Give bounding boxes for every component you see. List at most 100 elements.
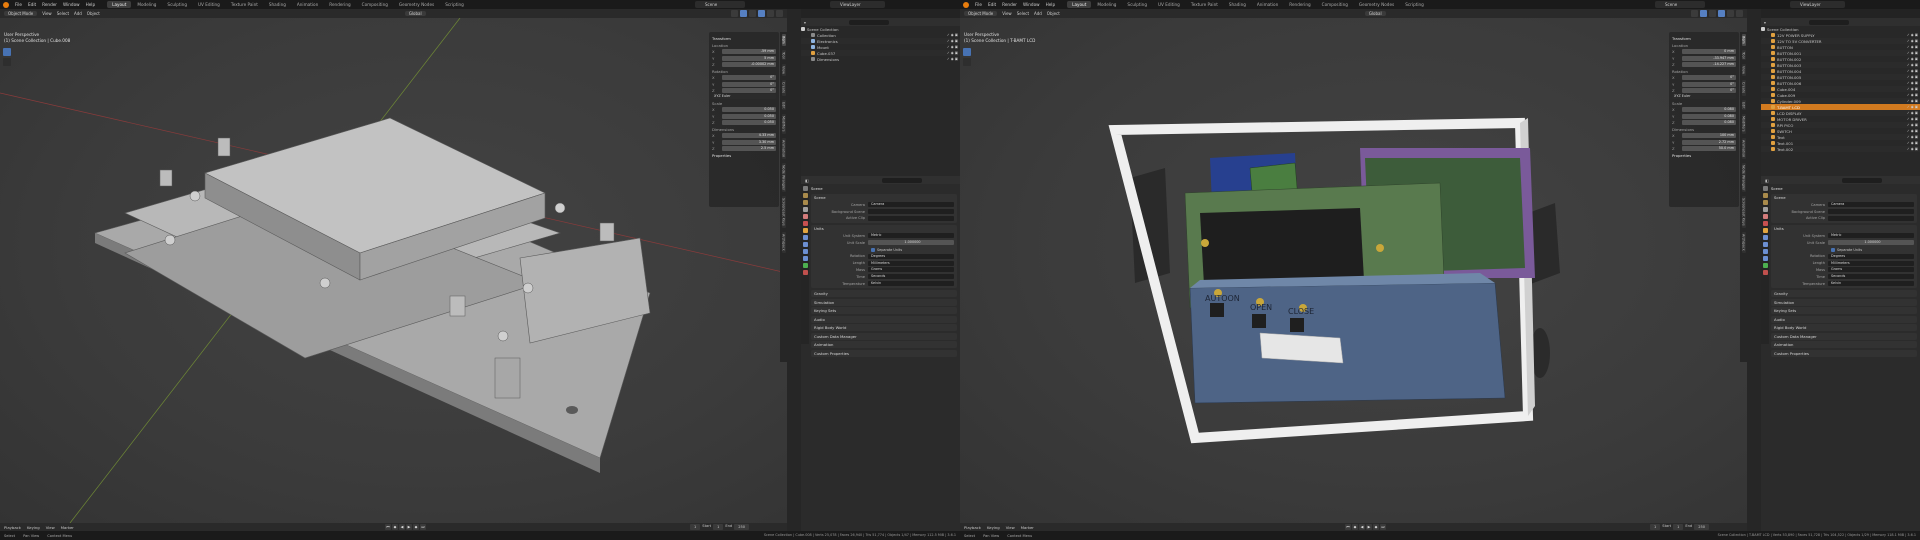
unit-system-select[interactable]: Metric [868, 233, 954, 239]
particles-tab-icon[interactable] [1762, 242, 1768, 247]
solid-shading-icon[interactable] [1718, 10, 1725, 17]
next-key-icon[interactable]: ◆ [1373, 524, 1379, 530]
properties-editor-icon[interactable]: ◧ [805, 178, 809, 183]
dimension-z-field[interactable]: 2.5 mm [722, 145, 776, 151]
tab-modifiers[interactable]: Modifiers [1741, 114, 1746, 134]
unit-system-select[interactable]: Metric [1828, 233, 1914, 239]
rotation-unit-select[interactable]: Degrees [868, 253, 954, 259]
outliner-display-icon[interactable]: ▾ [1764, 20, 1766, 25]
tab-texture-paint[interactable]: Texture Paint [226, 1, 263, 8]
unit-scale-field[interactable]: 1.000000 [1828, 240, 1914, 246]
menu-object[interactable]: Object [1047, 11, 1060, 16]
menu-add[interactable]: Add [1034, 11, 1042, 16]
rendered-shading-icon[interactable] [776, 10, 783, 17]
outliner-row[interactable]: BUTTON.003 ✓ ◉ ▣ [1761, 62, 1920, 68]
visibility-toggles[interactable]: ✓ ◉ ▣ [1907, 147, 1918, 151]
visibility-toggles[interactable]: ✓ ◉ ▣ [1907, 135, 1918, 139]
blender-logo-icon[interactable] [963, 1, 969, 8]
tab-edit[interactable]: Edit [781, 99, 786, 111]
play-icon[interactable]: ▶ [1366, 524, 1372, 530]
tab-screencast-keys[interactable]: Screencast Keys [781, 196, 786, 229]
outliner-row[interactable]: Text.002 ✓ ◉ ▣ [1761, 146, 1920, 152]
solid-shading-icon[interactable] [758, 10, 765, 17]
visibility-toggles[interactable]: ✓ ◉ ▣ [1907, 111, 1918, 115]
jump-start-icon[interactable]: ⏮ [1345, 524, 1351, 530]
tab-tool[interactable]: Tool [1741, 49, 1746, 61]
custom-data-manager-panel[interactable]: Custom Data Manager [1771, 332, 1917, 340]
wireframe-shading-icon[interactable] [749, 10, 756, 17]
animation-panel[interactable]: Animation [1771, 341, 1917, 349]
outliner-row[interactable]: Cube.004 ✓ ◉ ▣ [1761, 86, 1920, 92]
menu-select[interactable]: Select [57, 11, 69, 16]
prev-key-icon[interactable]: ◆ [392, 524, 398, 530]
tab-animation[interactable]: Animation [292, 1, 323, 8]
outliner-root[interactable]: Scene Collection [801, 26, 960, 32]
tab-create[interactable]: Create [1741, 80, 1746, 96]
outliner-row[interactable]: Text.001 ✓ ◉ ▣ [1761, 140, 1920, 146]
menu-window[interactable]: Window [1023, 2, 1040, 7]
object-tab-icon[interactable] [1762, 228, 1768, 233]
timeline-playback-menu[interactable]: Playback [964, 525, 981, 530]
scene-selector[interactable]: Scene [1655, 1, 1705, 8]
modifier-tab-icon[interactable] [802, 235, 808, 240]
menu-edit[interactable]: Edit [28, 2, 36, 7]
outliner-row[interactable]: Cylinder.009 ✓ ◉ ▣ [1761, 98, 1920, 104]
visibility-toggles[interactable]: ✓ ◉ ▣ [1907, 33, 1918, 37]
scale-x-field[interactable]: 0.080 [1682, 107, 1736, 113]
outliner-display-icon[interactable]: ▾ [804, 20, 806, 25]
mode-selector[interactable]: Object Mode [964, 11, 998, 16]
tab-archipack[interactable]: Archipack [781, 232, 786, 253]
area-divider[interactable] [787, 9, 801, 531]
outliner-row[interactable]: SWITCH ✓ ◉ ▣ [1761, 128, 1920, 134]
render-tab-icon[interactable] [802, 193, 808, 198]
tab-item[interactable]: Item [781, 34, 786, 46]
tab-rendering[interactable]: Rendering [1284, 1, 1315, 8]
simulation-panel[interactable]: Simulation [1771, 298, 1917, 306]
transform-header[interactable]: Transform [1672, 36, 1736, 41]
timeline-view-menu[interactable]: View [46, 525, 55, 530]
temperature-unit-select[interactable]: Kelvin [868, 281, 954, 287]
visibility-toggles[interactable]: ✓ ◉ ▣ [947, 33, 958, 37]
mass-unit-select[interactable]: Grams [868, 267, 954, 273]
visibility-toggles[interactable]: ✓ ◉ ▣ [947, 57, 958, 61]
view-layer-selector[interactable]: ViewLayer [1790, 1, 1845, 8]
visibility-toggles[interactable]: ✓ ◉ ▣ [1907, 45, 1918, 49]
visibility-toggles[interactable]: ✓ ◉ ▣ [1907, 63, 1918, 67]
visibility-toggles[interactable]: ✓ ◉ ▣ [947, 39, 958, 43]
separate-units-checkbox[interactable]: Separate Units [1774, 247, 1914, 253]
visibility-toggles[interactable]: ✓ ◉ ▣ [1907, 117, 1918, 121]
scale-z-field[interactable]: 0.080 [1682, 119, 1736, 125]
location-z-field[interactable]: -0.00002 mm [722, 61, 776, 67]
tab-create[interactable]: Create [781, 80, 786, 96]
world-tab-icon[interactable] [1762, 221, 1768, 226]
menu-select[interactable]: Select [1017, 11, 1029, 16]
animation-panel[interactable]: Animation [811, 341, 957, 349]
outliner-row[interactable]: Electronics ✓ ◉ ▣ [801, 38, 960, 44]
visibility-toggles[interactable]: ✓ ◉ ▣ [1907, 129, 1918, 133]
transform-orientation[interactable]: Global [404, 11, 426, 16]
outliner-row[interactable]: Mount ✓ ◉ ▣ [801, 44, 960, 50]
tab-scripting[interactable]: Scripting [440, 1, 469, 8]
visibility-toggles[interactable]: ✓ ◉ ▣ [1907, 69, 1918, 73]
dimension-y-field[interactable]: 3.30 mm [722, 139, 776, 145]
outliner-row[interactable]: BUTTON.004 ✓ ◉ ▣ [1761, 68, 1920, 74]
tab-node-wrangler[interactable]: Node Wrangler [1741, 163, 1746, 193]
material-shading-icon[interactable] [1727, 10, 1734, 17]
audio-panel[interactable]: Audio [811, 315, 957, 323]
tab-modeling[interactable]: Modeling [1092, 1, 1121, 8]
play-reverse-icon[interactable]: ◀ [1359, 524, 1365, 530]
scale-z-field[interactable]: 0.050 [722, 119, 776, 125]
outliner-row[interactable]: Text ✓ ◉ ▣ [1761, 134, 1920, 140]
xray-icon[interactable] [740, 10, 747, 17]
dimension-y-field[interactable]: 2.72 mm [1682, 139, 1736, 145]
visibility-toggles[interactable]: ✓ ◉ ▣ [1907, 87, 1918, 91]
audio-panel[interactable]: Audio [1771, 315, 1917, 323]
tab-node-wrangler[interactable]: Node Wrangler [781, 163, 786, 193]
time-unit-select[interactable]: Seconds [868, 274, 954, 280]
transform-orientation[interactable]: Global [1364, 11, 1386, 16]
outliner-row[interactable]: BUTTON ✓ ◉ ▣ [1761, 44, 1920, 50]
modifier-tab-icon[interactable] [1762, 235, 1768, 240]
scene-tab-icon[interactable] [1762, 214, 1768, 219]
3d-viewport[interactable]: User Perspective (1) Scene Collection | … [0, 18, 787, 523]
tab-edit[interactable]: Edit [1741, 99, 1746, 111]
